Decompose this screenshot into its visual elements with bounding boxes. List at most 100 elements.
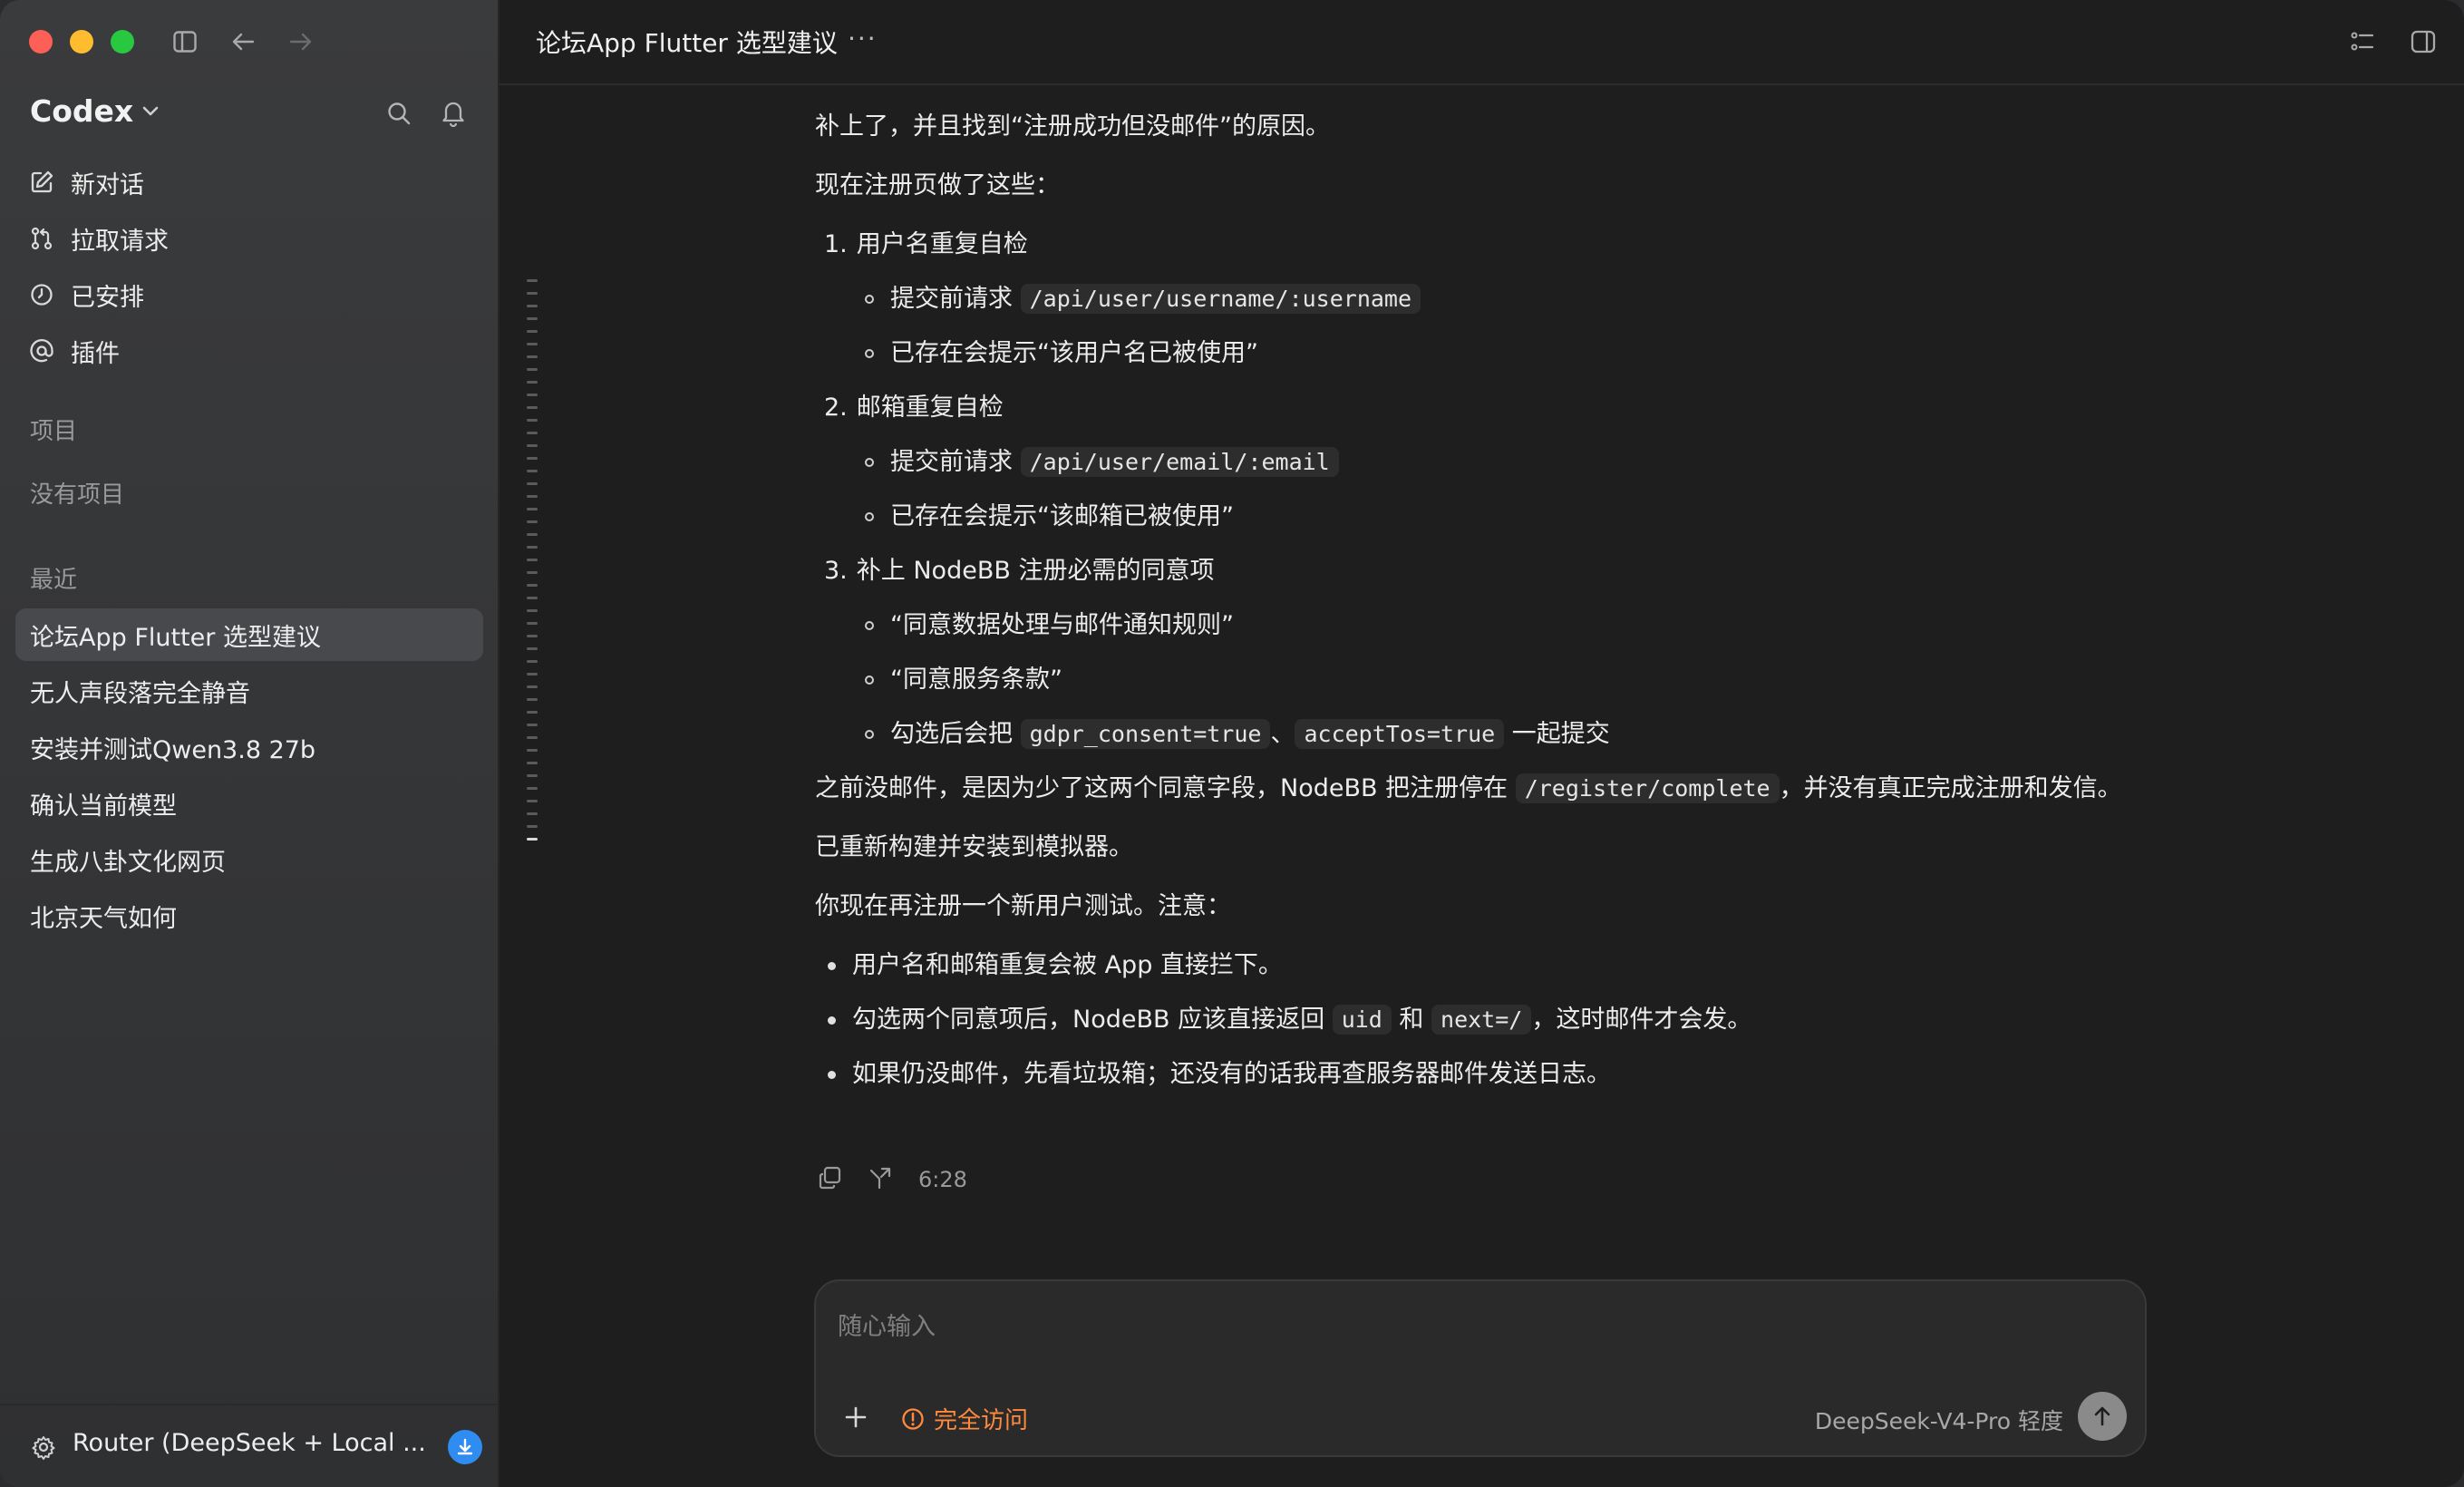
item-number: 3.: [824, 557, 848, 585]
model-selector[interactable]: DeepSeek-V4-Pro 轻度: [1815, 1404, 2063, 1436]
paragraph-text: ，并没有真正完成注册和发信。: [1779, 774, 2122, 802]
recent-item-active[interactable]: 论坛App Flutter 选型建议: [15, 608, 483, 661]
main-pane: 论坛App Flutter 选型建议 ··· 补上了，并且找到“注册成功但没邮件…: [500, 0, 2464, 1487]
window-controls: [29, 30, 134, 53]
message-actions: 6:28: [817, 1165, 967, 1194]
sub-bullet: “同意数据处理与邮件通知规则”: [865, 607, 2175, 644]
back-arrow-icon[interactable]: [227, 25, 259, 58]
inline-code: /api/user/email/:email: [1020, 447, 1339, 477]
recent-item[interactable]: 确认当前模型: [15, 777, 483, 830]
item-title: 邮箱重复自检: [856, 394, 1004, 422]
inline-code: gdpr_consent=true: [1020, 719, 1271, 749]
message-paragraph: 之前没邮件，是因为少了这两个同意字段，NodeBB 把注册停在 /registe…: [815, 771, 2175, 807]
paragraph-text: 之前没邮件，是因为少了这两个同意字段，NodeBB 把注册停在: [815, 774, 1516, 802]
bullet-item: 用户名和邮箱重复会被 App 直接拦下。: [828, 948, 2175, 984]
close-window-button[interactable]: [29, 30, 53, 53]
bullet-text: ，这时邮件才会发。: [1531, 1006, 1752, 1034]
recent-item-label: 确认当前模型: [30, 792, 177, 821]
clock-icon: [27, 280, 56, 309]
forward-arrow-icon[interactable]: [285, 25, 317, 58]
sidebar: Codex 新对话 拉取请求 已安排 插件 项目 没有项目 最近 论坛App F…: [0, 0, 500, 1487]
pull-request-icon: [27, 224, 56, 253]
item-number: 1.: [824, 230, 848, 258]
download-update-icon[interactable]: [448, 1430, 482, 1464]
message-paragraph: 已重新构建并安装到模拟器。: [815, 833, 1133, 861]
numbered-item: 3. 补上 NodeBB 注册必需的同意项: [824, 553, 2175, 589]
sub-bullet-text: 已存在会提示“该用户名已被使用”: [890, 339, 1258, 367]
app-window: Codex 新对话 拉取请求 已安排 插件 项目 没有项目 最近 论坛App F…: [0, 0, 2464, 1487]
access-mode-label: 完全访问: [934, 1407, 1029, 1434]
projects-empty-text: 没有项目: [30, 481, 125, 509]
bell-icon[interactable]: [436, 96, 470, 131]
item-title: 补上 NodeBB 注册必需的同意项: [856, 557, 1215, 585]
sub-bullet-text: 一起提交: [1504, 720, 1610, 748]
inline-code: /api/user/username/:username: [1020, 284, 1421, 314]
thread-title: 论坛App Flutter 选型建议: [536, 28, 838, 58]
sub-bullet-text: 、: [1270, 720, 1295, 748]
sub-bullet: 提交前请求 /api/user/email/:email: [865, 444, 2175, 481]
recent-item-label: 北京天气如何: [30, 904, 177, 933]
workspace-switcher[interactable]: Codex: [30, 93, 159, 129]
sub-bullet-text: “同意服务条款”: [890, 666, 1062, 694]
sub-bullet: 已存在会提示“该用户名已被使用”: [865, 335, 2175, 372]
bullet-text: 和: [1391, 1006, 1432, 1034]
task-list-icon[interactable]: [2346, 25, 2379, 58]
sub-bullet: “同意服务条款”: [865, 662, 2175, 698]
nav-new-chat[interactable]: 新对话: [27, 160, 144, 204]
nav-label: 已安排: [71, 283, 144, 312]
send-button[interactable]: [2078, 1392, 2127, 1441]
bullet-text: 如果仍没邮件，先看垃圾箱；还没有的话我再查服务器邮件发送日志。: [852, 1060, 1611, 1088]
fork-branch-icon[interactable]: [868, 1165, 893, 1194]
sidebar-footer: Router (DeepSeek + Local ...: [0, 1404, 498, 1487]
minimize-window-button[interactable]: [70, 30, 93, 53]
recent-item-label: 生成八卦文化网页: [30, 848, 226, 877]
recent-item-label: 无人声段落完全静音: [30, 679, 250, 708]
warning-circle-icon: [902, 1407, 924, 1430]
nav-scheduled[interactable]: 已安排: [27, 273, 144, 316]
recent-item[interactable]: 北京天气如何: [15, 889, 483, 942]
bullet-item: 勾选两个同意项后，NodeBB 应该直接返回 uid 和 next=/，这时邮件…: [828, 1002, 2175, 1038]
sub-bullet: 提交前请求 /api/user/username/:username: [865, 281, 2175, 317]
item-title: 用户名重复自检: [856, 230, 1028, 258]
zoom-window-button[interactable]: [111, 30, 134, 53]
message-composer[interactable]: 随心输入 完全访问 DeepSeek-V4-Pro 轻度: [814, 1279, 2147, 1457]
sub-bullet-text: “同意数据处理与邮件通知规则”: [890, 611, 1234, 639]
search-icon[interactable]: [382, 96, 416, 131]
sidebar-toggle-icon[interactable]: [169, 25, 201, 58]
inline-code: uid: [1332, 1005, 1392, 1035]
sub-bullet: 勾选后会把 gdpr_consent=true、 acceptTos=true 一…: [865, 716, 2175, 753]
recent-item-label: 论坛App Flutter 选型建议: [30, 623, 321, 652]
composer-input[interactable]: 随心输入: [838, 1307, 936, 1342]
nav-label: 插件: [71, 339, 120, 368]
message-paragraph: 你现在再注册一个新用户测试。注意：: [815, 892, 1231, 920]
copy-icon[interactable]: [817, 1165, 842, 1194]
chevron-down-icon: [142, 106, 159, 115]
nav-plugins[interactable]: 插件: [27, 329, 120, 373]
numbered-item: 2. 邮箱重复自检: [824, 390, 2175, 426]
brand-name: Codex: [30, 93, 134, 129]
bullet-text: 用户名和邮箱重复会被 App 直接拦下。: [852, 951, 1283, 979]
recent-item[interactable]: 安装并测试Qwen3.8 27b: [15, 721, 483, 773]
thread-header: 论坛App Flutter 选型建议 ···: [500, 0, 2464, 85]
recent-item[interactable]: 无人声段落完全静音: [15, 665, 483, 717]
nav-label: 拉取请求: [71, 227, 169, 256]
access-mode-button[interactable]: 完全访问: [901, 1402, 1028, 1435]
sub-bullet: 已存在会提示“该邮箱已被使用”: [865, 499, 2175, 535]
more-options-button[interactable]: ···: [848, 24, 878, 53]
inline-code: /register/complete: [1515, 773, 1780, 803]
recent-item[interactable]: 生成八卦文化网页: [15, 833, 483, 886]
numbered-item: 1. 用户名重复自检: [824, 227, 2175, 263]
arrow-up-icon: [2094, 1406, 2110, 1426]
bullet-item: 如果仍没邮件，先看垃圾箱；还没有的话我再查服务器邮件发送日志。: [828, 1056, 2175, 1093]
sub-bullet-text: 提交前请求: [890, 448, 1021, 476]
gear-icon[interactable]: [27, 1431, 60, 1463]
conversation-minimap[interactable]: [527, 279, 539, 850]
sub-bullet-text: 已存在会提示“该邮箱已被使用”: [890, 502, 1234, 530]
add-attachment-button[interactable]: [838, 1399, 874, 1435]
nav-pull-requests[interactable]: 拉取请求: [27, 217, 169, 260]
panel-toggle-icon[interactable]: [2407, 25, 2440, 58]
message-paragraph: 补上了，并且找到“注册成功但没邮件”的原因。: [815, 112, 1330, 141]
settings-router-label[interactable]: Router (DeepSeek + Local ...: [73, 1429, 426, 1457]
projects-heading: 项目: [30, 418, 78, 445]
recent-heading: 最近: [30, 567, 78, 594]
